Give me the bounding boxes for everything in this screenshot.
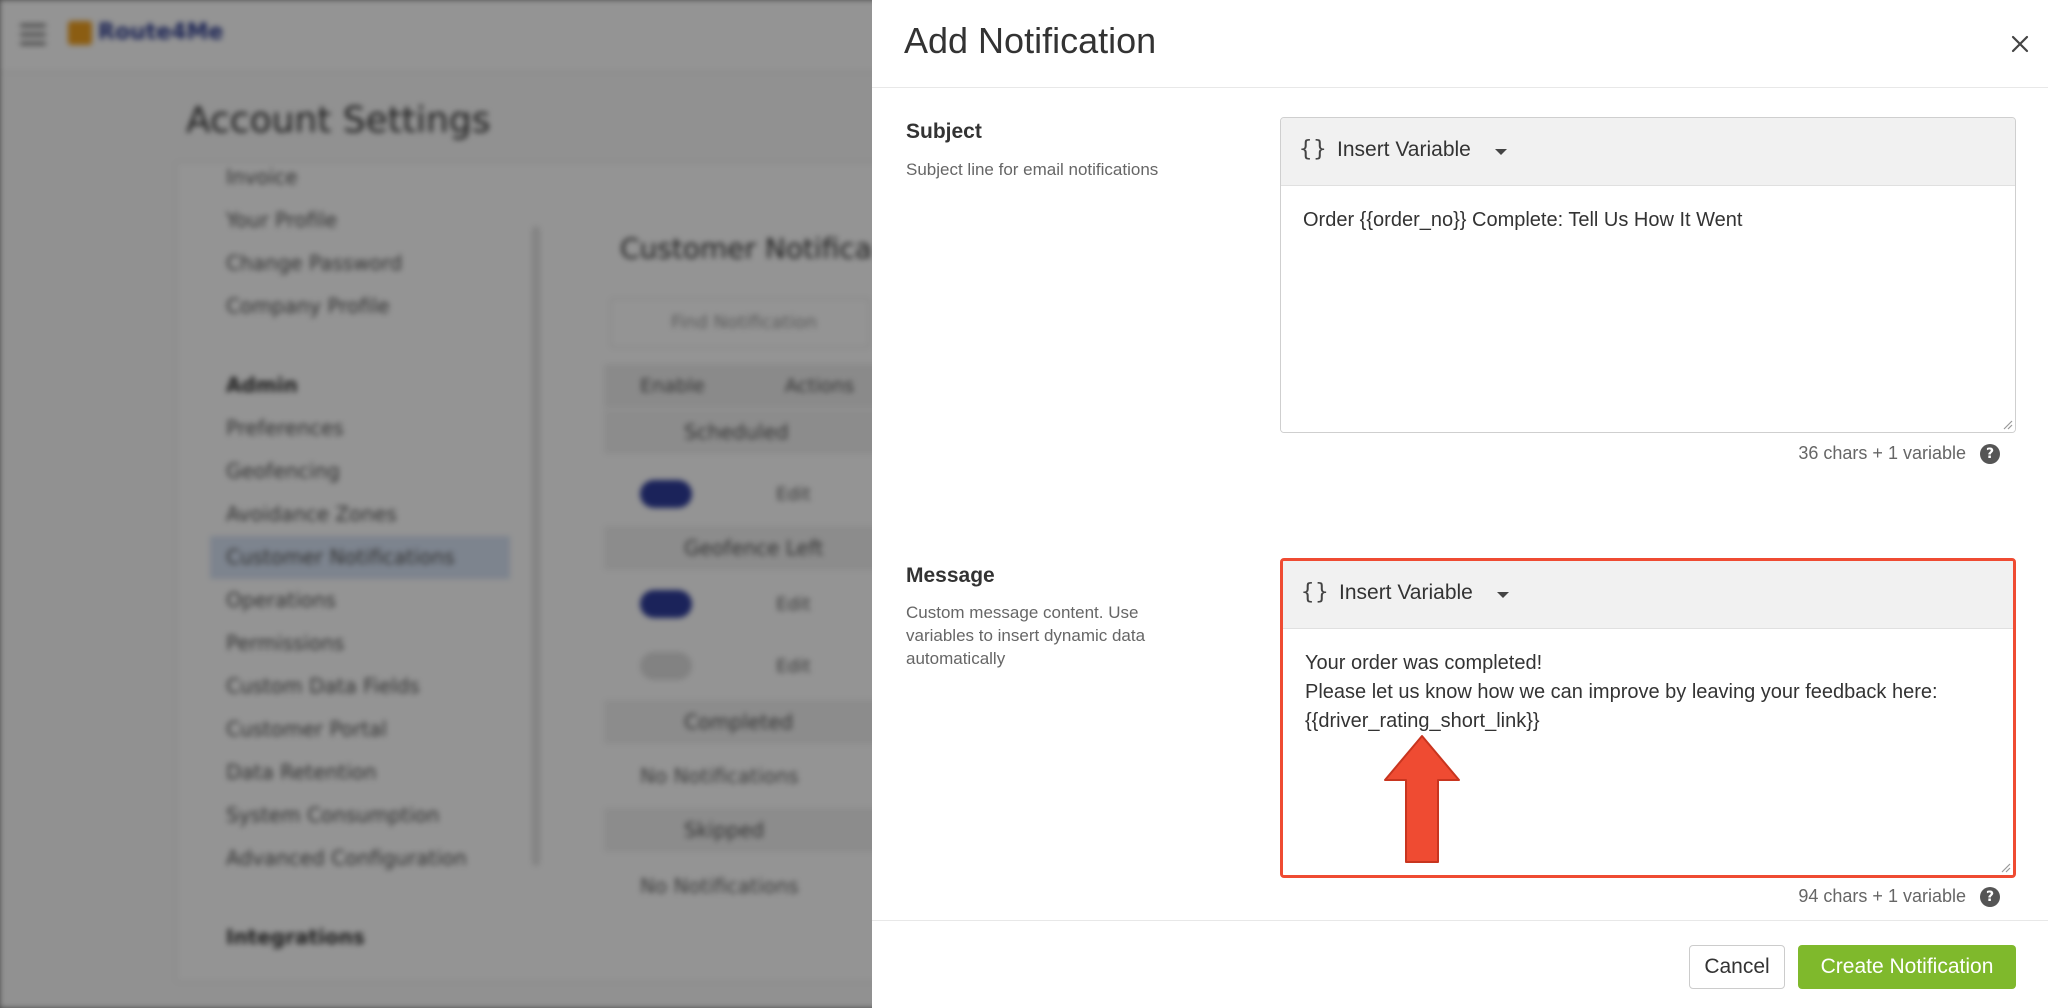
braces-icon: {} xyxy=(1299,137,1328,162)
drawer-title: Add Notification xyxy=(904,20,1157,61)
close-icon xyxy=(2011,35,2029,53)
resize-handle-icon[interactable] xyxy=(2001,418,2013,430)
message-help: Custom message content. Use variables to… xyxy=(906,603,1146,668)
caret-down-icon[interactable] xyxy=(1495,149,1507,155)
subject-insert-variable-button[interactable]: Insert Variable xyxy=(1337,138,1471,162)
caret-down-icon[interactable] xyxy=(1497,592,1509,598)
help-icon[interactable]: ? xyxy=(1980,444,2000,464)
message-toolbar: {} Insert Variable xyxy=(1283,561,2013,629)
modal-overlay[interactable] xyxy=(0,0,872,1008)
subject-editor: {} Insert Variable Order {{order_no}} Co… xyxy=(1280,117,2016,433)
message-insert-variable-button[interactable]: Insert Variable xyxy=(1339,581,1473,605)
subject-char-counter: 36 chars + 1 variable xyxy=(1798,443,1966,463)
create-notification-button[interactable]: Create Notification xyxy=(1798,945,2016,989)
message-label: Message xyxy=(906,564,995,587)
subject-label: Subject xyxy=(906,120,982,143)
message-char-counter: 94 chars + 1 variable xyxy=(1798,886,1966,906)
braces-icon: {} xyxy=(1301,580,1330,605)
subject-help: Subject line for email notifications xyxy=(906,160,1159,179)
resize-handle-icon[interactable] xyxy=(1999,861,2011,873)
close-button[interactable] xyxy=(2000,24,2040,64)
annotation-arrow-icon xyxy=(1384,735,1460,863)
drawer-footer: Cancel Create Notification xyxy=(872,920,2048,1008)
subject-input[interactable]: Order {{order_no}} Complete: Tell Us How… xyxy=(1281,186,2015,432)
drawer-header: Add Notification xyxy=(872,0,2048,88)
help-icon[interactable]: ? xyxy=(1980,887,2000,907)
subject-toolbar: {} Insert Variable xyxy=(1281,118,2015,186)
cancel-button[interactable]: Cancel xyxy=(1689,945,1785,989)
